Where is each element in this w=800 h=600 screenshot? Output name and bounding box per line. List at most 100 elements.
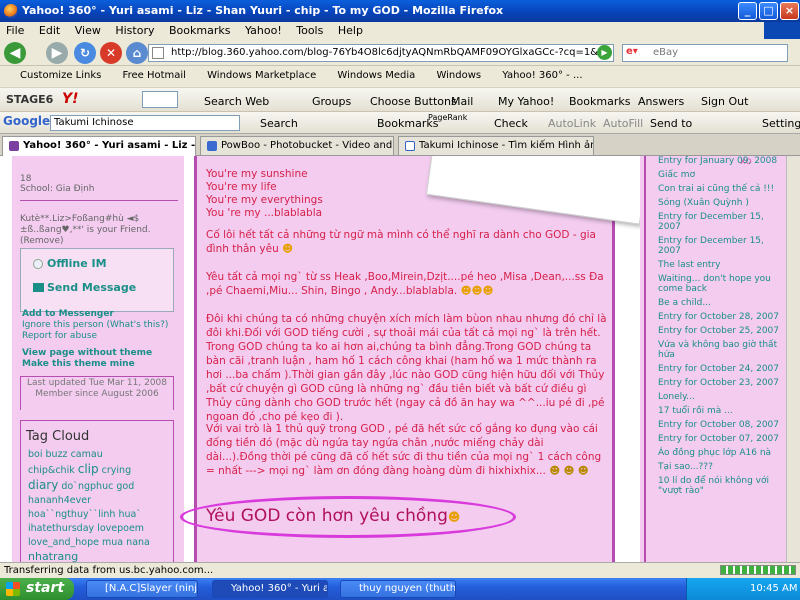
recent-entry-link[interactable]: Entry for October 28, 2007 bbox=[658, 312, 783, 322]
url-input[interactable]: http://blog.360.yahoo.com/blog-76Yb4O8lc… bbox=[148, 44, 614, 62]
tag-link[interactable]: hananh4ever bbox=[28, 495, 91, 506]
taskbar-item-messenger[interactable]: [N.A.C]Slayer (ninjaa... bbox=[86, 580, 198, 598]
recent-entry-link[interactable]: Entry for October 24, 2007 bbox=[658, 364, 783, 374]
recent-entry-link[interactable]: Entry for October 25, 2007 bbox=[658, 326, 783, 336]
recent-entry-link[interactable]: Entry for October 23, 2007 bbox=[658, 378, 783, 388]
menu-bookmarks[interactable]: Bookmarks bbox=[169, 24, 230, 37]
make-theme-mine-link[interactable]: Make this theme mine bbox=[22, 359, 182, 370]
offline-im-button[interactable]: Offline IM bbox=[47, 257, 107, 270]
tag-link[interactable]: nhatrang bbox=[28, 550, 78, 562]
my-yahoo-button[interactable]: My Yahoo! bbox=[498, 95, 554, 108]
menu-view[interactable]: View bbox=[75, 24, 101, 37]
recent-entry-link[interactable]: Vứa và không bao giờ thất hứa bbox=[658, 340, 783, 360]
yahoo-tab-icon bbox=[9, 141, 19, 151]
smiley-icon: ☻☻☻ bbox=[460, 285, 494, 297]
maximize-button[interactable]: □ bbox=[759, 2, 778, 20]
tab-photobucket[interactable]: PowBoo - Photobucket - Video and Im... bbox=[200, 136, 394, 155]
minimize-button[interactable]: _ bbox=[738, 2, 757, 20]
recent-entry-link[interactable]: Tại sao...??? bbox=[658, 462, 783, 472]
tag-link[interactable]: chip&chik bbox=[28, 465, 75, 476]
pagerank-indicator: PageRank bbox=[428, 113, 468, 122]
go-button[interactable]: ▶ bbox=[597, 45, 612, 60]
bookmark-item[interactable]: Windows Media bbox=[337, 70, 415, 81]
tag-link[interactable]: boi bbox=[28, 449, 42, 460]
recent-entry-link[interactable]: Áo đồng phục lớp A16 nà bbox=[658, 448, 783, 458]
recent-entry-link[interactable]: Con trai ai cũng thế cả !!! bbox=[658, 184, 783, 194]
send-message-button[interactable]: Send Message bbox=[47, 281, 136, 294]
stop-button[interactable]: ✕ bbox=[100, 42, 122, 64]
tab-yahoo-360[interactable]: Yahoo! 360° - Yuri asami - Liz - S... bbox=[2, 136, 196, 157]
tag-link[interactable]: ihatethursday bbox=[28, 523, 94, 534]
recent-entry-link[interactable]: Lonely... bbox=[658, 392, 783, 402]
yahoo-search-input[interactable] bbox=[142, 91, 178, 108]
google-search-button[interactable]: Search bbox=[260, 117, 298, 130]
recent-entry-link[interactable]: Entry for October 08, 2007 bbox=[658, 420, 783, 430]
report-abuse-link[interactable]: Report for abuse bbox=[22, 331, 182, 342]
search-web-button[interactable]: Search Web bbox=[204, 95, 269, 108]
recent-entry-link[interactable]: Sóng (Xuân Quỳnh ) bbox=[658, 198, 783, 208]
tag-link[interactable]: love_and_hope bbox=[28, 537, 99, 548]
recent-entry-link[interactable]: Entry for December 15, 2007 bbox=[658, 212, 783, 232]
menu-history[interactable]: History bbox=[115, 24, 154, 37]
settings-button[interactable]: Settings bbox=[762, 117, 800, 130]
vertical-scrollbar[interactable] bbox=[786, 156, 800, 562]
bookmark-item[interactable]: Windows bbox=[436, 70, 481, 81]
reload-button[interactable]: ↻ bbox=[74, 42, 96, 64]
tab-google-images[interactable]: Takumi Ichinose - Tìm kiếm Hình ảnh G... bbox=[398, 136, 594, 155]
search-input[interactable]: eBay bbox=[622, 44, 788, 62]
taskbar-item-firefox[interactable]: Yahoo! 360° - Yuri as... bbox=[212, 580, 328, 598]
entry-paragraph: Đôi khi chúng ta có những chuyện xích mí… bbox=[206, 313, 607, 423]
answers-button[interactable]: Answers bbox=[638, 95, 684, 108]
bookmark-item[interactable]: Windows Marketplace bbox=[207, 70, 316, 81]
recent-entry-link[interactable]: Entry for October 07, 2007 bbox=[658, 434, 783, 444]
tag-link[interactable]: hua` bbox=[118, 509, 141, 520]
tag-link[interactable]: diary bbox=[28, 478, 58, 492]
back-button[interactable]: ◀ bbox=[4, 42, 26, 64]
recent-entry-link[interactable]: 17 tuổi rồi mà ... bbox=[658, 406, 783, 416]
autofill-button[interactable]: AutoFill bbox=[603, 117, 643, 130]
tag-link[interactable]: nana bbox=[126, 537, 150, 548]
choose-buttons-button[interactable]: Choose Buttons bbox=[370, 95, 457, 108]
add-to-messenger-link[interactable]: Add to Messenger bbox=[22, 309, 182, 320]
tab-label: Yahoo! 360° - Yuri asami - Liz - S... bbox=[23, 140, 196, 151]
menu-tools[interactable]: Tools bbox=[296, 24, 323, 37]
bookmark-item[interactable]: Customize Links bbox=[20, 70, 101, 81]
google-search-input[interactable]: Takumi Ichinose bbox=[50, 115, 240, 131]
recent-entry-link[interactable]: Entry for January 09, 2008 bbox=[658, 156, 783, 166]
menu-file[interactable]: File bbox=[6, 24, 24, 37]
tag-link[interactable]: mua bbox=[102, 537, 123, 548]
recent-entry-link[interactable]: Be a child... bbox=[658, 298, 783, 308]
recent-entry-link[interactable]: The last entry bbox=[658, 260, 783, 270]
mail-button[interactable]: Mail bbox=[451, 95, 473, 108]
tag-link[interactable]: lovepoem bbox=[97, 523, 144, 534]
bookmark-item[interactable]: Free Hotmail bbox=[123, 70, 186, 81]
autolink-button[interactable]: AutoLink bbox=[548, 117, 596, 130]
forward-button[interactable]: ▶ bbox=[46, 42, 68, 64]
tag-link[interactable]: god bbox=[116, 481, 134, 492]
taskbar-item-chat[interactable]: thuy nguyen (thuthu... bbox=[340, 580, 456, 598]
menu-help[interactable]: Help bbox=[338, 24, 363, 37]
ignore-person-link[interactable]: Ignore this person (What's this?) bbox=[22, 320, 182, 331]
groups-button[interactable]: Groups bbox=[312, 95, 351, 108]
recent-entry-link[interactable]: Giấc mơ bbox=[658, 170, 783, 180]
bookmarks-button[interactable]: Bookmarks bbox=[569, 95, 630, 108]
entry-paragraph: Với vai trò là 1 thủ quỹ trong GOD , pé … bbox=[206, 423, 602, 477]
menu-yahoo[interactable]: Yahoo! bbox=[245, 24, 282, 37]
recent-entry-link[interactable]: Waiting... don't hope you come back bbox=[658, 274, 783, 294]
recent-entry-link[interactable]: Entry for December 15, 2007 bbox=[658, 236, 783, 256]
tag-link[interactable]: clip bbox=[78, 462, 99, 476]
home-button[interactable]: ⌂ bbox=[126, 42, 148, 64]
menu-edit[interactable]: Edit bbox=[39, 24, 60, 37]
tag-link[interactable]: camau bbox=[71, 449, 103, 460]
view-without-theme-link[interactable]: View page without theme bbox=[22, 348, 182, 359]
recent-entry-link[interactable]: 10 lí do để nói không với "vượt rào" bbox=[658, 476, 783, 496]
send-to-button[interactable]: Send to bbox=[650, 117, 692, 130]
tag-link[interactable]: do`ngphuc bbox=[61, 481, 113, 492]
tag-link[interactable]: buzz bbox=[46, 449, 68, 460]
tag-link[interactable]: hoa``ngthuy``linh bbox=[28, 509, 115, 520]
close-button[interactable]: × bbox=[780, 2, 799, 20]
sign-out-button[interactable]: Sign Out bbox=[701, 95, 748, 108]
bookmark-item[interactable]: Yahoo! 360° - ... bbox=[502, 70, 582, 81]
check-button[interactable]: Check bbox=[494, 117, 528, 130]
tag-link[interactable]: crying bbox=[102, 465, 131, 476]
